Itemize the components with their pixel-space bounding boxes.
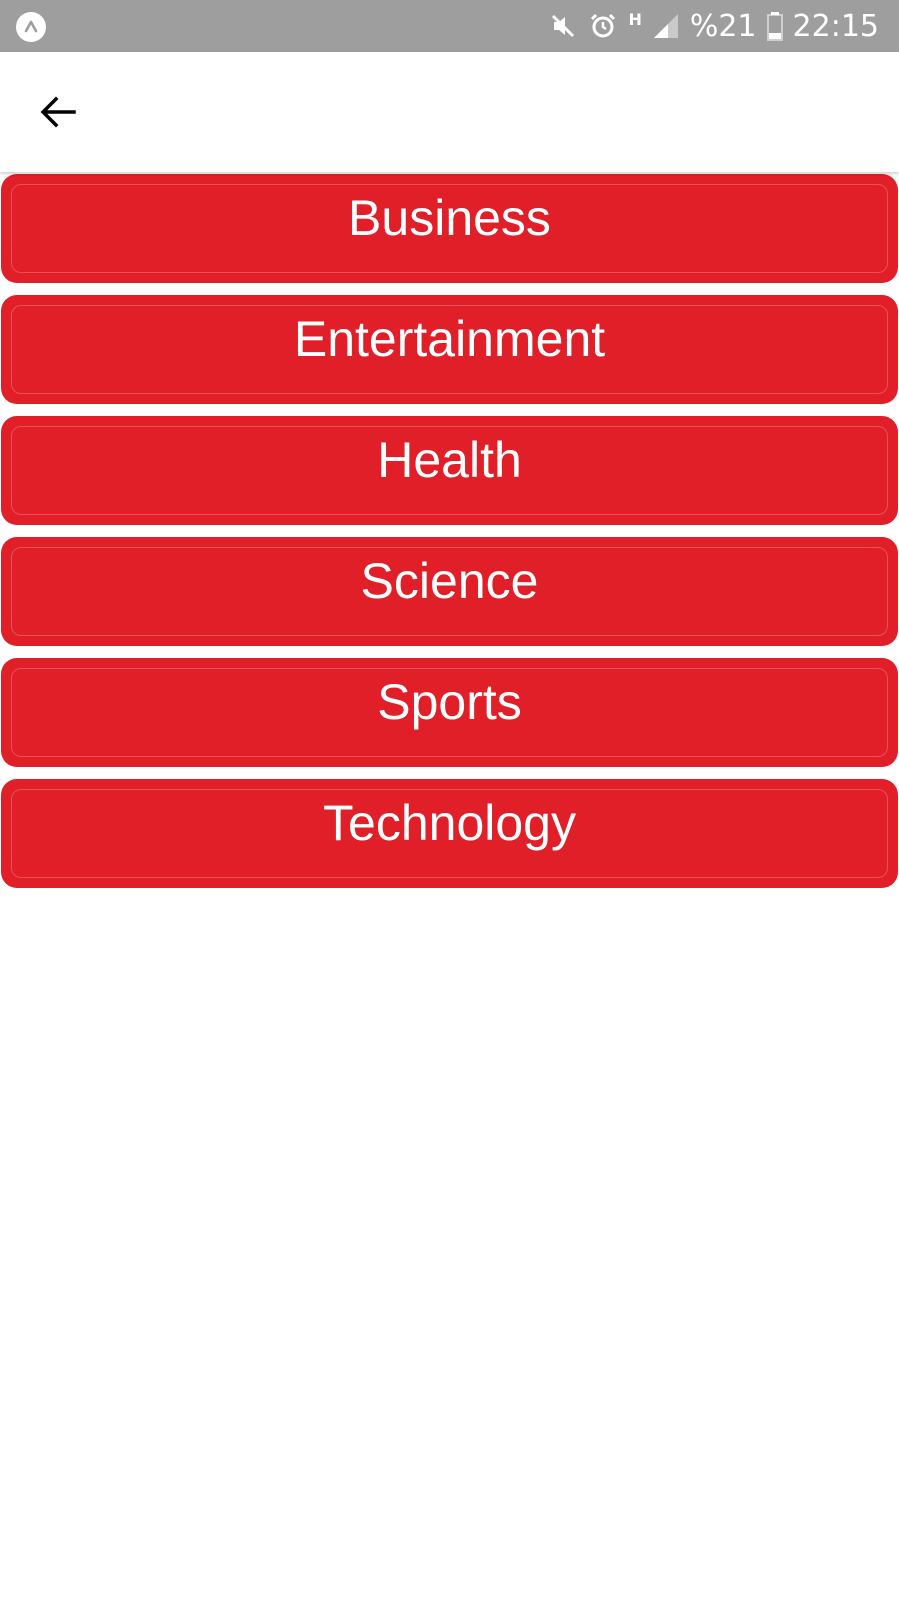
battery-text: %21: [689, 8, 757, 44]
category-label: Sports: [377, 674, 522, 730]
app-bar: [0, 52, 899, 172]
mute-icon: [548, 11, 578, 41]
category-button-sports[interactable]: Sports: [1, 658, 898, 767]
status-icons: H %21 22:15: [548, 0, 879, 52]
status-bar: H %21 22:15: [0, 0, 899, 52]
category-label: Entertainment: [293, 311, 606, 367]
signal-icon: [652, 12, 680, 40]
network-h-icon: H: [628, 10, 642, 29]
category-label: Science: [360, 553, 539, 609]
category-label: Health: [377, 432, 522, 488]
category-button-business[interactable]: Business: [1, 174, 898, 283]
category-button-entertainment[interactable]: Entertainment: [1, 295, 898, 404]
battery-icon: [766, 11, 783, 41]
category-label: Technology: [323, 795, 576, 851]
category-label: Business: [348, 190, 551, 246]
alarm-icon: [588, 11, 618, 41]
back-button[interactable]: [30, 84, 86, 140]
clock: 22:15: [792, 8, 879, 44]
category-button-health[interactable]: Health: [1, 416, 898, 525]
app-notification-icon: [16, 12, 46, 42]
category-button-science[interactable]: Science: [1, 537, 898, 646]
arrow-back-icon: [40, 96, 76, 128]
category-button-technology[interactable]: Technology: [1, 779, 898, 888]
